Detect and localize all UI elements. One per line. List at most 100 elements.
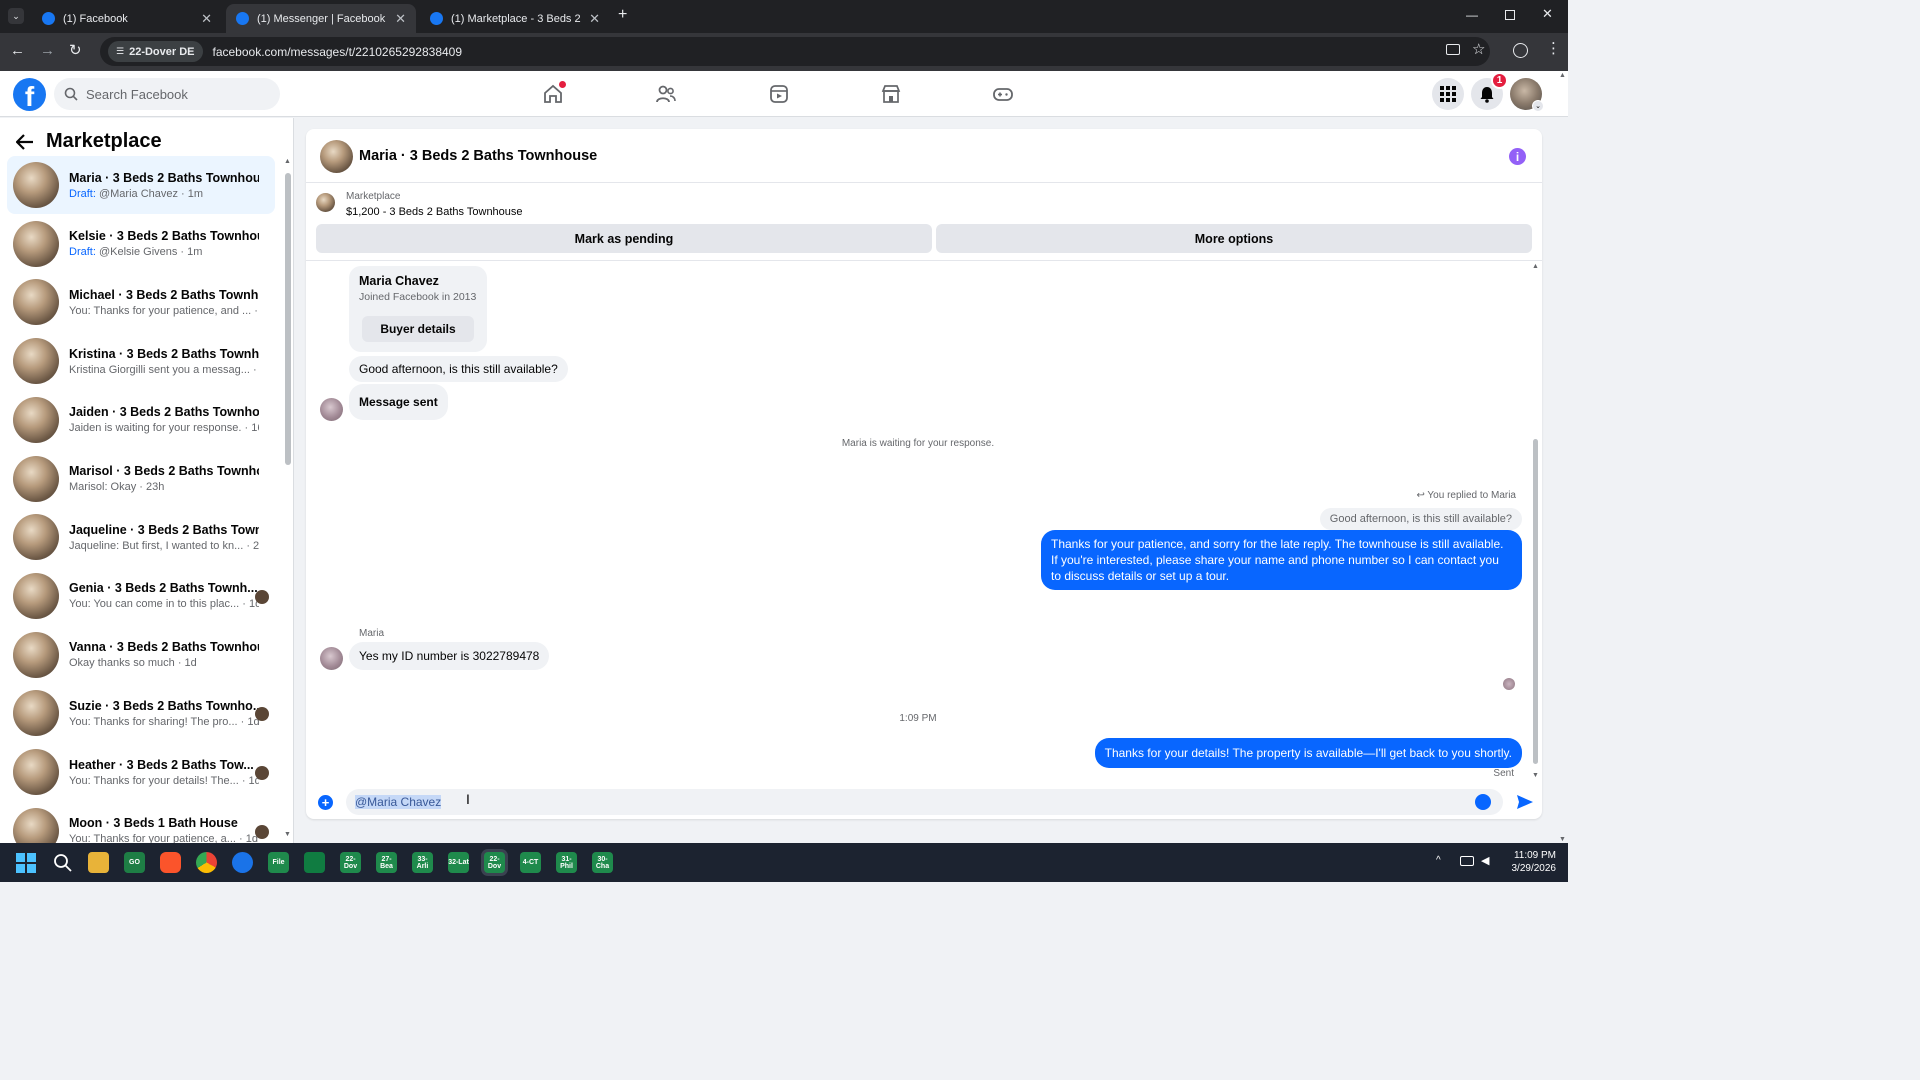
conversation-preview: Jaiden is waiting for your response. · 1… [69,422,259,434]
info-icon[interactable]: i [1509,148,1526,165]
taskbar-window-button[interactable]: 22-Dov [484,852,505,873]
conversation-item[interactable]: Kristina · 3 Beds 2 Baths Townho... Krist… [7,332,275,390]
taskbar-window-button[interactable]: 27-Bea [376,852,397,873]
more-options-button[interactable]: More options [936,224,1532,253]
reload-icon[interactable]: ↻ [69,41,82,59]
preview-text: Jaqueline: But first, I wanted to kn... … [69,539,259,552]
message-bubble-outgoing[interactable]: Thanks for your patience, and sorry for … [1041,530,1522,590]
home-nav-button[interactable] [538,79,568,109]
sender-avatar[interactable] [320,398,343,421]
emoji-icon[interactable] [1475,794,1491,810]
close-tab-icon[interactable]: ✕ [201,11,212,27]
browser-toolbar: ← → ↻ ☰ 22-Dover DE facebook.com/messages… [0,33,1568,71]
add-attachment-icon[interactable]: + [318,795,333,810]
restore-window-icon[interactable] [1505,10,1515,20]
tray-chevron-icon[interactable]: ^ [1436,855,1441,866]
install-app-icon[interactable] [1446,44,1460,55]
brave-browser-icon[interactable] [160,852,181,873]
network-icon[interactable] [1460,856,1474,866]
search-icon[interactable] [53,853,72,872]
message-bubble-incoming[interactable]: Yes my ID number is 3022789478 [349,642,550,670]
conversation-item[interactable]: Genia · 3 Beds 2 Baths Townh... You: You … [7,567,275,625]
conversation-item[interactable]: Jaqueline · 3 Beds 2 Baths Town... Jaquel… [7,508,275,566]
clock[interactable]: 11:09 PM 3/29/2026 [1512,849,1557,875]
menu-button[interactable] [1432,78,1464,110]
browser-tab-messenger[interactable]: (1) Messenger | Facebook ✕ [226,4,416,33]
tab-search-chevron-icon[interactable]: ⌄ [8,8,24,24]
chrome-icon[interactable] [196,852,217,873]
sidebar-scroll-thumb[interactable] [285,173,291,465]
taskbar-window-button[interactable]: 4-CT [520,852,541,873]
waiting-status-note: Maria is waiting for your response. [841,438,995,449]
taskbar-window-button[interactable]: 32-Lat [448,852,469,873]
chrome-profile-icon[interactable] [232,852,253,873]
notifications-button[interactable]: 1 [1471,72,1508,110]
file-explorer-icon[interactable] [88,852,109,873]
conversation-item[interactable]: Vanna · 3 Beds 2 Baths Townhou... Okay th… [7,626,275,684]
scroll-up-icon[interactable]: ▲ [1559,72,1566,79]
site-info-chip[interactable]: ☰ 22-Dover DE [108,41,203,62]
send-icon[interactable] [1516,793,1534,811]
close-window-icon[interactable]: ✕ [1542,6,1553,22]
address-bar[interactable]: ☰ 22-Dover DE facebook.com/messages/t/221… [100,37,1490,66]
listing-avatar[interactable] [320,140,353,173]
search-input[interactable]: Search Facebook [54,78,280,110]
bookmark-star-icon[interactable]: ☆ [1472,40,1485,58]
scroll-down-icon[interactable]: ▼ [1532,772,1539,779]
profile-icon[interactable] [1513,43,1528,58]
volume-icon[interactable]: ◀ [1481,854,1489,867]
windows-start-icon[interactable] [16,853,36,873]
app-icon[interactable]: File [268,852,289,873]
listing-avatar [13,396,59,443]
page-scrollbar[interactable]: ▲ ▼ [1558,72,1568,843]
conversation-item[interactable]: Suzie · 3 Beds 2 Baths Townho... You: Tha… [7,684,275,742]
quoted-message[interactable]: Good afternoon, is this still available? [1319,508,1522,530]
chat-scroll-thumb[interactable] [1533,439,1538,764]
marketplace-nav-button[interactable] [876,79,906,109]
listing-avatar [13,279,59,326]
buyer-details-button[interactable]: Buyer details [362,316,474,342]
scroll-up-icon[interactable]: ▲ [1532,263,1539,270]
close-tab-icon[interactable]: ✕ [589,11,600,27]
message-bubble-outgoing[interactable]: Thanks for your details! The property is… [1094,738,1522,768]
taskbar-window-button[interactable]: 22-Dov [340,852,361,873]
friends-nav-button[interactable] [651,79,681,109]
back-arrow-icon[interactable]: ← [10,42,25,59]
message-sent-bubble[interactable]: Message sent [349,384,448,420]
facebook-favicon-icon [236,12,249,25]
scroll-down-icon[interactable]: ▼ [1559,836,1566,843]
conversation-item[interactable]: Kelsie · 3 Beds 2 Baths Townhouse Draft: … [7,215,275,273]
chat-title[interactable]: Maria · 3 Beds 2 Baths Townhouse [359,148,597,164]
forward-arrow-icon[interactable]: → [40,42,55,59]
account-avatar[interactable]: ⌄ [1510,78,1544,112]
browser-tab-marketplace[interactable]: (1) Marketplace - 3 Beds 2 Bath ✕ [420,4,610,33]
close-tab-icon[interactable]: ✕ [395,11,406,27]
message-input[interactable]: @Maria Chavez I [346,789,1503,815]
gaming-nav-button[interactable] [988,79,1018,109]
browser-tab-facebook[interactable]: (1) Facebook ✕ [32,4,222,33]
message-bubble-incoming[interactable]: Good afternoon, is this still available? [349,356,568,382]
taskbar-window-button[interactable]: 30-Cha [592,852,613,873]
conversation-item[interactable]: Jaiden · 3 Beds 2 Baths Townhou... Jaiden… [7,391,275,449]
taskbar-window-button[interactable]: 31-Phil [556,852,577,873]
video-nav-button[interactable] [764,79,794,109]
sender-avatar[interactable] [320,647,343,670]
scroll-up-icon[interactable]: ▲ [284,158,291,165]
conversation-item[interactable]: Marisol · 3 Beds 2 Baths Townho... Mariso… [7,450,275,508]
conversation-item[interactable]: Michael · 3 Beds 2 Baths Townh... You: Th… [7,273,275,331]
excel-icon[interactable] [304,852,325,873]
conversation-item[interactable]: Moon · 3 Beds 1 Bath House You: Thanks fo… [7,802,275,843]
facebook-logo-icon[interactable]: f [13,78,46,111]
marketplace-shop-icon [881,85,901,103]
chat-header: Maria · 3 Beds 2 Baths Townhouse i [306,129,1542,183]
app-icon[interactable]: GO [124,852,145,873]
conversation-item[interactable]: Maria · 3 Beds 2 Baths Townhouse Draft: @… [7,156,275,214]
minimize-window-icon[interactable]: — [1466,8,1478,22]
mark-as-pending-button[interactable]: Mark as pending [316,224,932,253]
back-arrow-icon[interactable] [16,133,34,150]
browser-menu-icon[interactable]: ⋮ [1546,41,1561,56]
new-tab-button[interactable]: + [618,6,627,24]
scroll-down-icon[interactable]: ▼ [284,831,291,838]
taskbar-window-button[interactable]: 33-Arli [412,852,433,873]
conversation-item[interactable]: Heather · 3 Beds 2 Baths Tow... You: Than… [7,743,275,801]
